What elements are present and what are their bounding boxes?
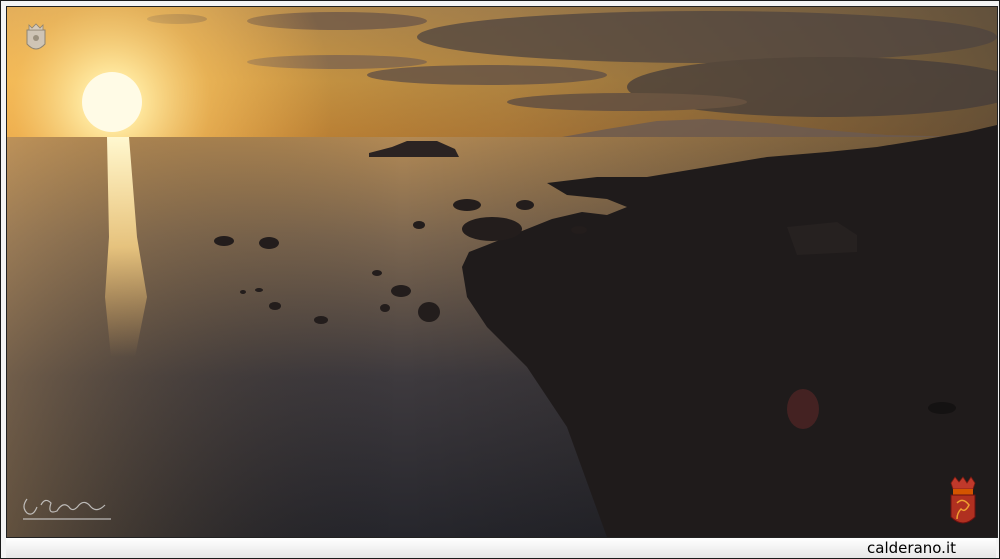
footer-bar: calderano.it	[6, 538, 996, 558]
heraldic-crest-watermark	[950, 476, 976, 524]
sun-glow	[7, 7, 997, 142]
sunset-photo	[6, 6, 998, 538]
site-label[interactable]: calderano.it	[867, 538, 956, 558]
sun	[82, 72, 142, 132]
shore-rock	[928, 402, 956, 414]
lens-flare	[787, 389, 819, 429]
crest-emblem-watermark	[26, 23, 46, 50]
sunset-scene	[7, 7, 997, 537]
photo-frame: calderano.it	[0, 0, 1000, 559]
